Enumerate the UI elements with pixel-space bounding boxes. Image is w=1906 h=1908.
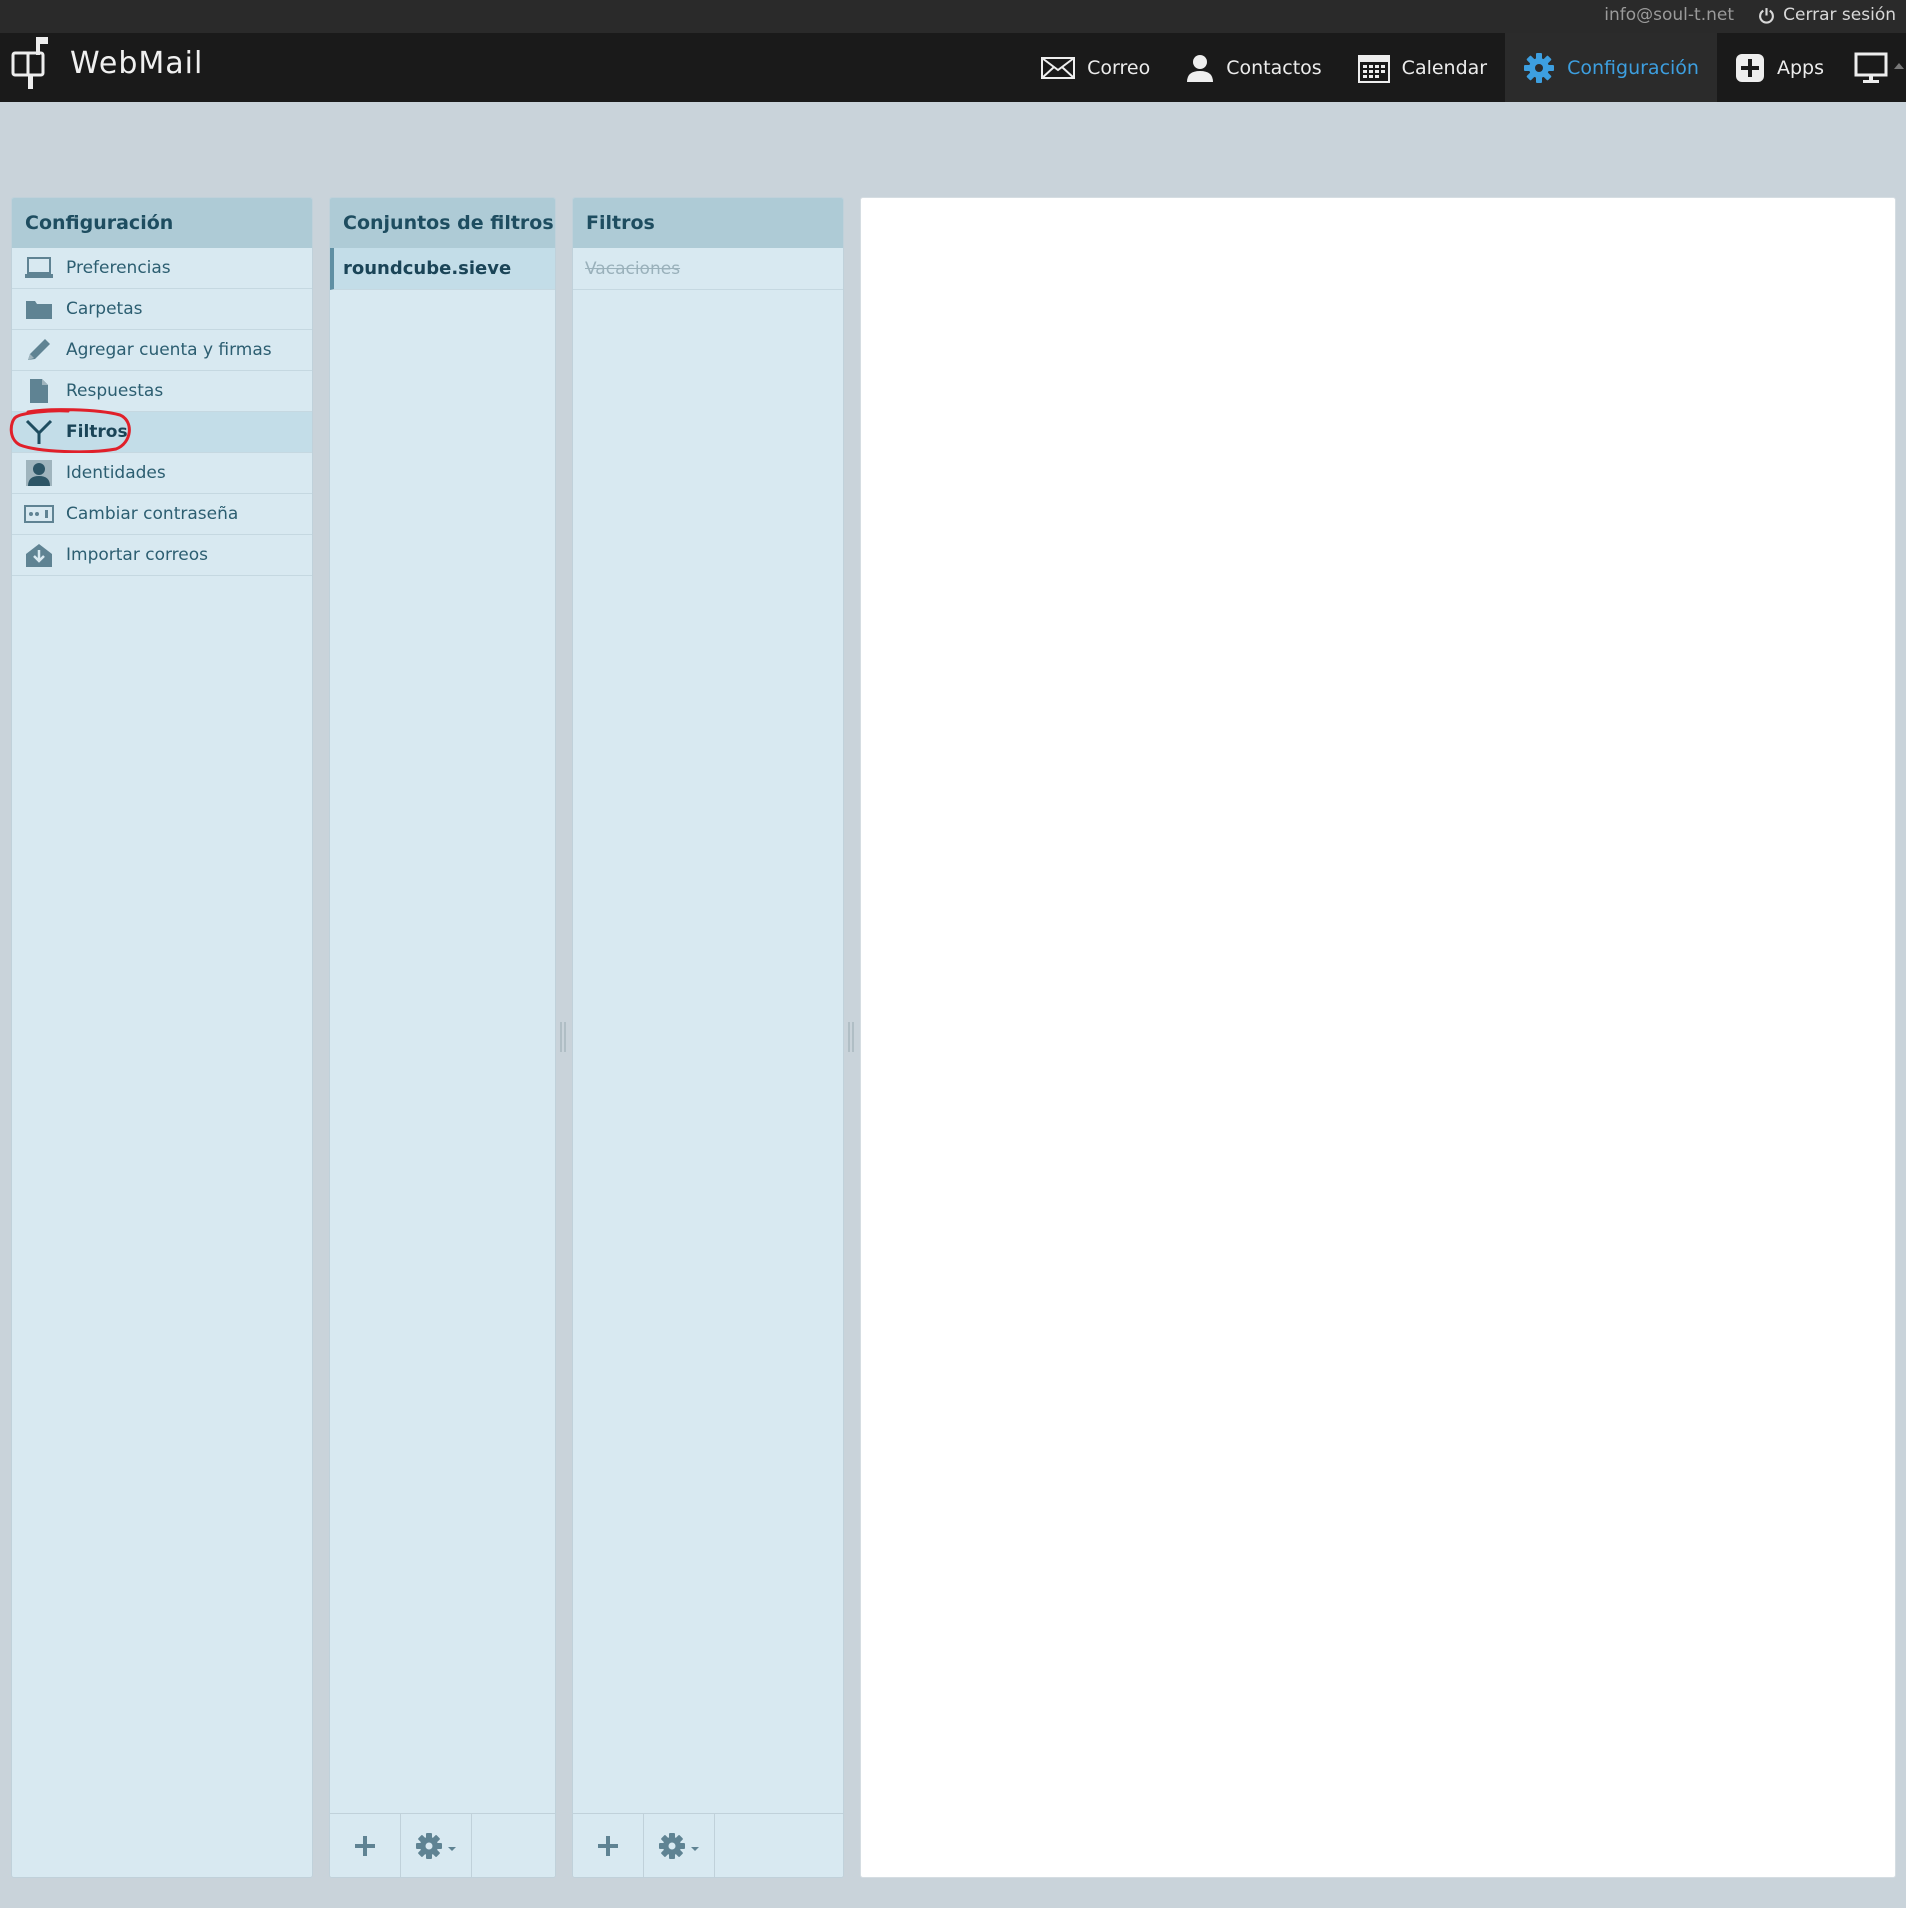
settings-item-preferences[interactable]: Preferencias [12, 248, 312, 289]
settings-item-identities[interactable]: Identidades [12, 453, 312, 494]
filter-set-item[interactable]: roundcube.sieve [330, 248, 555, 290]
filters-panel: Filtros Vacaciones [572, 197, 844, 1878]
filter-sets-toolbar [330, 1813, 555, 1877]
nav-calendar-label: Calendar [1401, 56, 1488, 79]
identity-icon [24, 460, 54, 486]
add-filter-button[interactable] [573, 1814, 644, 1877]
mailbox-logo-icon [11, 37, 48, 89]
settings-panel-title: Configuración [12, 198, 312, 248]
nav-mail[interactable]: Correo [1023, 33, 1168, 102]
import-icon [24, 542, 54, 568]
nav-settings[interactable]: Configuración [1505, 33, 1717, 102]
monitor-icon [1854, 52, 1888, 83]
password-icon [24, 501, 54, 527]
user-email: info@soul-t.net [1604, 5, 1734, 25]
add-filter-set-button[interactable] [330, 1814, 401, 1877]
settings-item-label: Importar correos [66, 545, 209, 565]
filter-sets-panel-title: Conjuntos de filtros [330, 198, 555, 248]
filter-set-actions-button[interactable] [401, 1814, 472, 1877]
app-name: WebMail [70, 45, 204, 81]
plus-icon [1735, 53, 1764, 82]
top-info-bar: info@soul-t.net Cerrar sesión [0, 0, 1906, 33]
pencil-icon [24, 337, 54, 363]
main-header: WebMail Correo Contactos Calendar Config… [0, 33, 1906, 102]
gear-icon [416, 1832, 456, 1859]
logout-button[interactable]: Cerrar sesión [1758, 5, 1896, 25]
settings-item-label: Agregar cuenta y firmas [66, 340, 272, 360]
highlight-annotation [9, 408, 131, 453]
person-icon [1187, 54, 1214, 82]
envelope-icon [1041, 56, 1076, 79]
filter-actions-button[interactable] [644, 1814, 715, 1877]
filter-item[interactable]: Vacaciones [573, 248, 843, 290]
filter-details-panel [860, 197, 1896, 1878]
gear-icon [659, 1832, 699, 1859]
filters-toolbar [573, 1813, 843, 1877]
settings-item-folders[interactable]: Carpetas [12, 289, 312, 330]
plus-icon [355, 1835, 375, 1856]
laptop-icon [24, 255, 54, 281]
plus-icon [598, 1835, 618, 1856]
settings-item-label: Cambiar contraseña [66, 504, 239, 524]
filters-panel-title: Filtros [573, 198, 843, 248]
folder-icon [24, 296, 54, 322]
app-logo[interactable]: WebMail [10, 35, 203, 91]
nav-mail-label: Correo [1087, 56, 1151, 79]
settings-item-label: Carpetas [66, 299, 143, 319]
settings-item-responses[interactable]: Respuestas [12, 371, 312, 412]
filter-sets-panel: Conjuntos de filtros roundcube.sieve [329, 197, 556, 1878]
calendar-icon [1357, 54, 1390, 83]
nav-apps-label: Apps [1776, 56, 1824, 79]
nav-contacts[interactable]: Contactos [1168, 33, 1339, 102]
settings-item-label: Preferencias [66, 258, 171, 278]
settings-item-accounts-signatures[interactable]: Agregar cuenta y firmas [12, 330, 312, 371]
settings-item-import-mail[interactable]: Importar correos [12, 535, 312, 576]
gear-icon [1524, 52, 1555, 83]
main-nav: Correo Contactos Calendar Configuración … [1023, 33, 1906, 102]
nav-contacts-label: Contactos [1226, 56, 1322, 79]
nav-settings-label: Configuración [1567, 56, 1699, 79]
power-icon [1759, 7, 1775, 24]
settings-item-change-password[interactable]: Cambiar contraseña [12, 494, 312, 535]
panel-resize-handle[interactable] [848, 1022, 854, 1052]
nav-apps[interactable]: Apps [1717, 33, 1842, 102]
nav-calendar[interactable]: Calendar [1340, 33, 1505, 102]
settings-item-label: Identidades [66, 463, 166, 483]
document-icon [24, 378, 54, 404]
logout-label: Cerrar sesión [1783, 5, 1896, 25]
nav-scroll-arrow[interactable] [1894, 63, 1904, 69]
settings-item-label: Respuestas [66, 381, 164, 401]
panel-resize-handle[interactable] [560, 1022, 566, 1052]
